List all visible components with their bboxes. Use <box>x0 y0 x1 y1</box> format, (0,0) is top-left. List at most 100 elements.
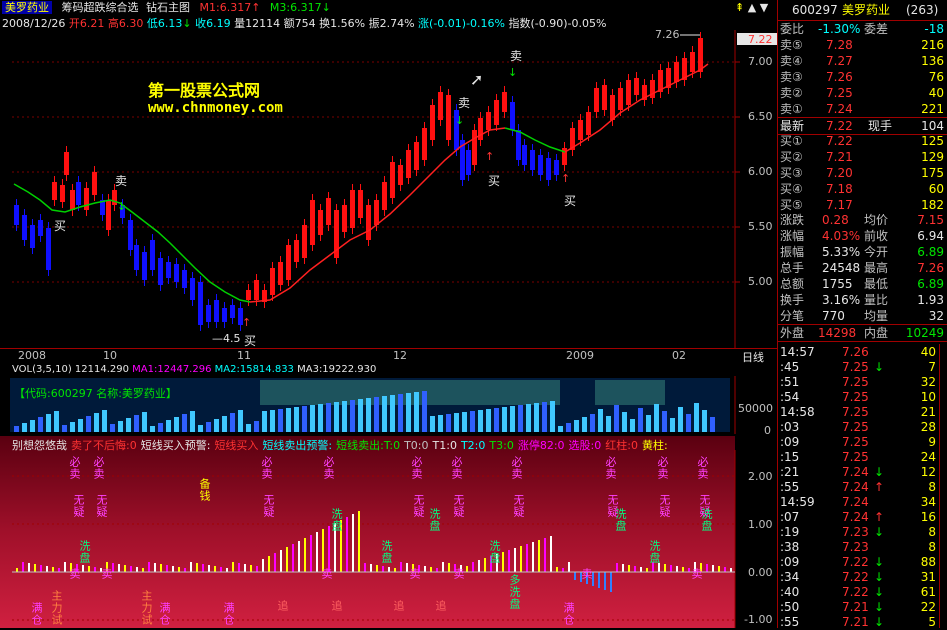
volume-bar <box>598 409 603 432</box>
period-mode[interactable]: 日线 <box>742 349 764 365</box>
volume-bar <box>638 408 643 432</box>
candle <box>698 38 703 72</box>
candle <box>602 85 607 110</box>
indicator-bar <box>364 563 366 572</box>
price-chart[interactable] <box>0 30 777 350</box>
volume-header: VOL(3,5,10) 12114.290 MA1:12447.296 MA2:… <box>12 364 376 375</box>
indicator-bar <box>670 565 672 572</box>
volume-bar <box>566 423 571 432</box>
tick-row: :19 7.23 ↓ 8 <box>780 525 936 539</box>
up-icon[interactable]: ▲ <box>748 1 756 14</box>
date-label-4: 2009 <box>566 349 594 362</box>
signal-full-position: 满仓 <box>222 602 235 626</box>
sell-label: 卖 <box>458 96 471 110</box>
tick-row: 14:58 7.25 21 <box>780 405 936 419</box>
indicator-bar <box>298 541 300 572</box>
volume-bar <box>678 407 683 432</box>
quote-count: (263) <box>906 3 939 17</box>
indicator-bar <box>58 568 60 572</box>
volume-bar <box>502 407 507 432</box>
signal-sell-must: 必卖 <box>410 456 423 480</box>
signal-wash: 洗盘 <box>700 508 713 532</box>
candle <box>674 62 679 82</box>
signal-no-doubt: 无疑 <box>452 494 465 518</box>
indicator-bar <box>730 568 732 572</box>
indicator-bar <box>226 568 228 572</box>
volume-bar <box>646 415 651 432</box>
volume-bar <box>662 411 667 432</box>
indicator-bar <box>472 562 474 572</box>
indicator-bar <box>262 559 264 572</box>
signal-sell-must: 必卖 <box>696 456 709 480</box>
signal-wash: 洗盘 <box>78 540 91 564</box>
date-label-2: 11 <box>237 349 251 362</box>
indicator-bar <box>562 568 564 572</box>
volume-bar <box>654 404 659 432</box>
volume-bar <box>174 417 179 432</box>
volume-bar <box>302 406 307 432</box>
candle <box>76 182 81 205</box>
signal-wash: 洗盘 <box>488 540 501 564</box>
volume-bar <box>454 413 459 432</box>
main-chart[interactable]: 美罗药业 筹码超跌综合选 钻石主图 M1:6.317↑ M3:6.317↓ 20… <box>0 0 777 628</box>
sell-arrow-icon: ↓ <box>117 200 127 213</box>
volume-bar <box>550 401 555 432</box>
panel-scrollbar[interactable] <box>939 344 947 628</box>
indicator-bar <box>232 562 234 572</box>
volume-bar <box>134 415 139 432</box>
indicator-bar <box>550 536 552 572</box>
candle <box>342 205 347 232</box>
low-arrow: ↓ <box>182 17 192 30</box>
signal-chase: 追 <box>392 600 405 612</box>
indicator-bar <box>358 511 360 572</box>
indicator-bar <box>220 567 222 572</box>
volume-bar <box>414 392 419 432</box>
volume-bar <box>366 398 371 432</box>
candle <box>38 220 43 236</box>
candle <box>206 305 211 322</box>
indicator-bar <box>118 564 120 572</box>
volume-bar <box>534 403 539 432</box>
pin-icon[interactable]: ⇞ <box>735 1 744 14</box>
indicator-bar <box>154 563 156 572</box>
volume-bar <box>478 410 483 432</box>
indicator-bar <box>94 567 96 572</box>
candle <box>84 188 89 210</box>
indicator-bar <box>568 562 570 572</box>
volume-bar <box>438 415 443 432</box>
price-axis-label-0: 7.00 <box>748 55 773 68</box>
tick-row: :07 7.24 ↑ 16 <box>780 510 936 524</box>
sell-order-row: 卖④ 7.27 136 <box>780 54 944 68</box>
indicator-bar <box>88 566 90 572</box>
vol-ma3: MA3:19222.930 <box>297 364 377 375</box>
tick-row: :09 7.25 9 <box>780 435 936 449</box>
candle <box>70 190 75 210</box>
candle <box>326 198 331 225</box>
bar-close: 收6.19 <box>195 17 231 30</box>
volume-bar <box>262 411 267 432</box>
down-icon[interactable]: ▼ <box>760 1 768 14</box>
sell-arrow-icon: ↓ <box>455 114 465 127</box>
vol-ma2: MA2:15814.833 <box>214 364 294 375</box>
volume-bar <box>318 404 323 432</box>
price-axis-label-2: 6.00 <box>748 165 773 178</box>
volume-bar <box>110 424 115 432</box>
stock-name-badge[interactable]: 美罗药业 <box>2 1 52 14</box>
sell-order-row: 卖③ 7.26 76 <box>780 70 944 84</box>
indicator-bar <box>322 529 324 572</box>
indicator-bar <box>310 535 312 572</box>
indicator-bar <box>202 564 204 572</box>
sell-label: 卖 <box>510 49 523 63</box>
indicator-bar <box>346 517 348 572</box>
volume-bar <box>462 412 467 432</box>
signal-sell-must: 必卖 <box>68 456 81 480</box>
tick-row: :54 7.25 10 <box>780 390 936 404</box>
signal-sell: 卖 <box>320 568 333 580</box>
volume-bar <box>358 399 363 432</box>
indicator-bar <box>40 565 42 572</box>
volume-bar <box>622 412 627 432</box>
indicator-bar <box>376 565 378 572</box>
volume-bar <box>86 416 91 432</box>
outer-inner-row: 外盘 14298 内盘 10249 <box>778 324 947 342</box>
signal-sell-must: 必卖 <box>510 456 523 480</box>
